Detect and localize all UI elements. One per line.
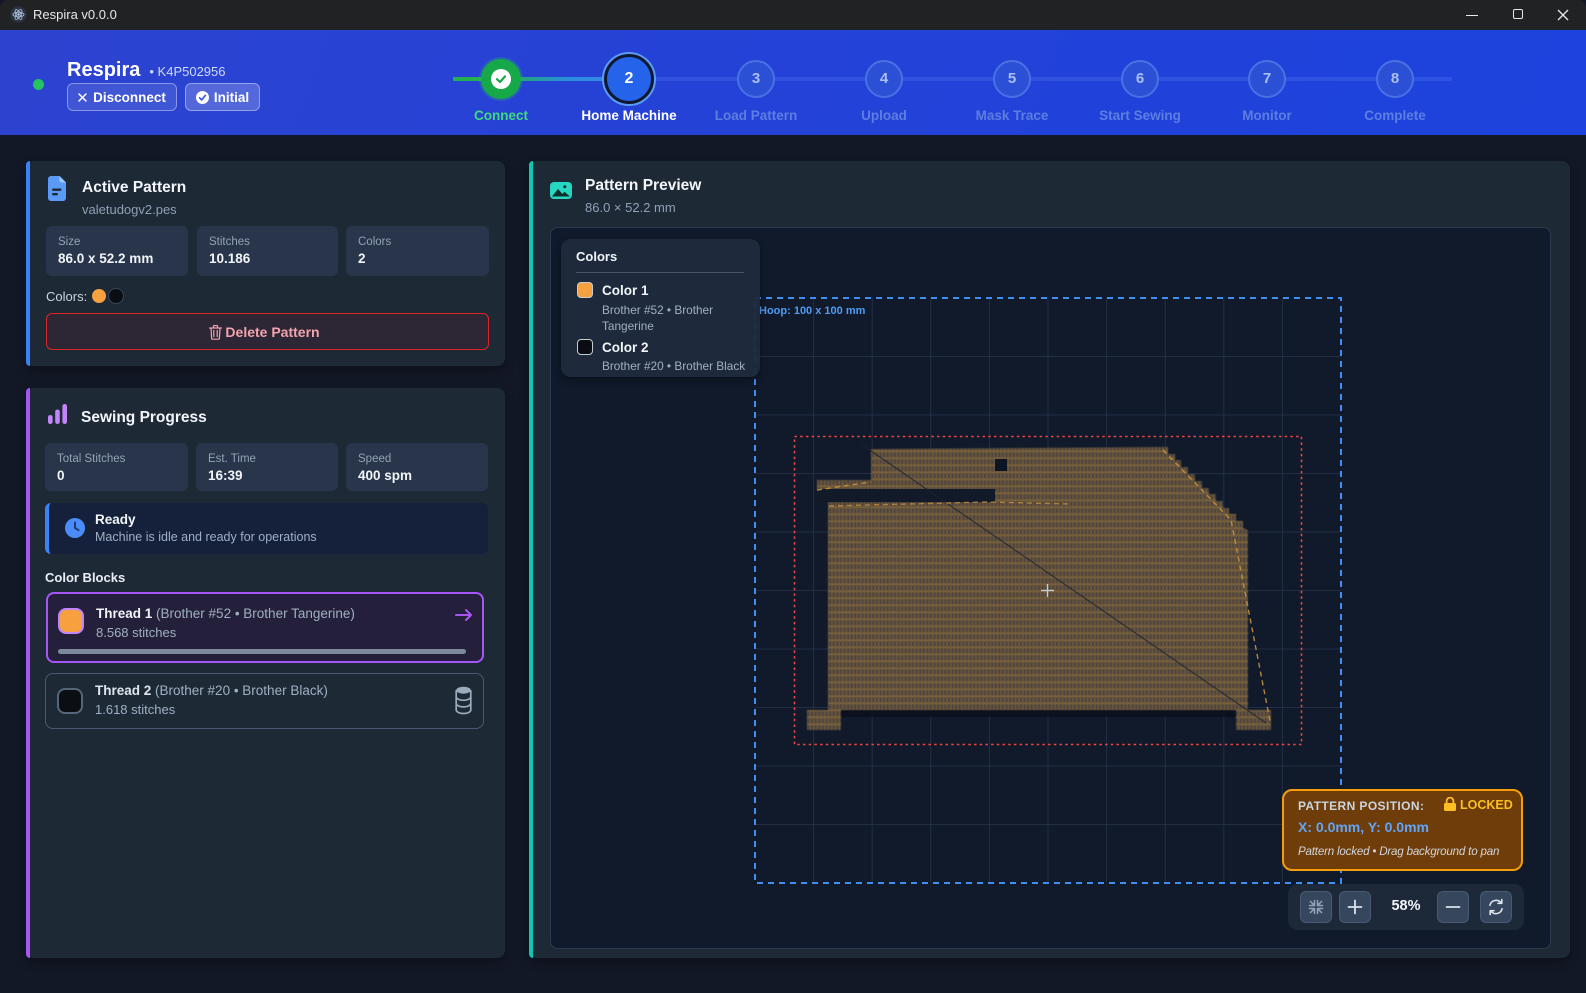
svg-text:Hoop: 100 x 100 mm: Hoop: 100 x 100 mm bbox=[759, 305, 866, 317]
